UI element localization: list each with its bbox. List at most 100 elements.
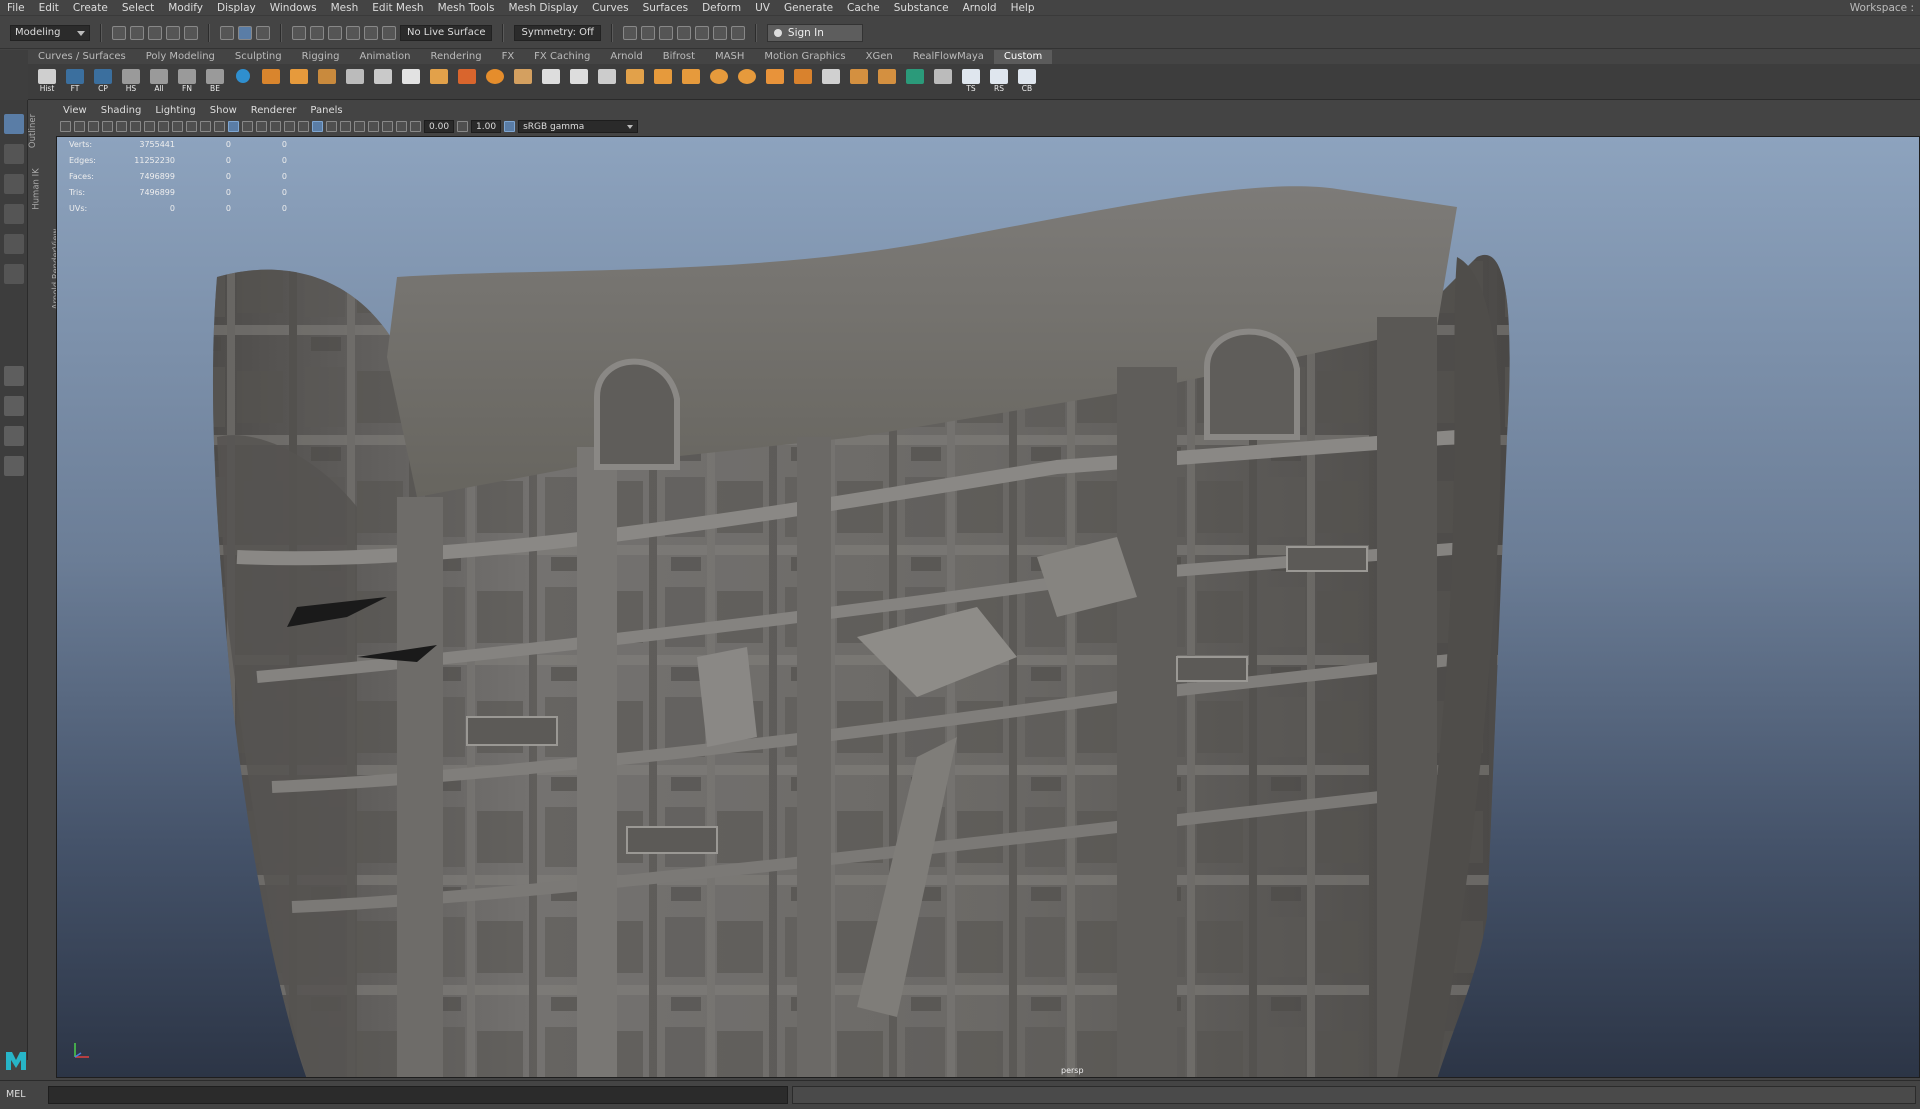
tab-realflowmaya[interactable]: RealFlowMaya [903,50,994,64]
tab-curves-surfaces[interactable]: Curves / Surfaces [28,50,136,64]
tab-rendering[interactable]: Rendering [420,50,491,64]
wireframe-icon[interactable] [214,121,225,132]
tab-fx[interactable]: FX [492,50,525,64]
tab-motion-graphics[interactable]: Motion Graphics [754,50,855,64]
menu-create[interactable]: Create [66,0,115,16]
shelf-disc-button[interactable] [708,68,730,95]
snap-surface-icon[interactable] [382,25,396,40]
safe-action-icon[interactable] [186,121,197,132]
exposure-field[interactable]: 0.00 [424,120,455,133]
menu-deform[interactable]: Deform [695,0,748,16]
menu-uv[interactable]: UV [748,0,777,16]
menu-help[interactable]: Help [1004,0,1042,16]
panel-menu-lighting[interactable]: Lighting [148,104,202,117]
ipr-render-icon[interactable] [658,25,673,40]
outliner-layout-icon[interactable] [4,456,24,476]
shelf-extrude-button[interactable] [316,68,338,95]
select-object-icon[interactable] [238,25,252,40]
shelf-bone-button[interactable] [260,68,282,95]
shelf-scatter-button[interactable] [932,68,954,95]
shelf-dotgrid-button[interactable] [848,68,870,95]
shelf-combine-button[interactable] [400,68,422,95]
shelf-torus-button[interactable] [736,68,758,95]
grid-toggle-icon[interactable] [116,121,127,132]
gate-mask-icon[interactable] [158,121,169,132]
image-plane-icon[interactable] [102,121,113,132]
anti-alias-icon[interactable] [340,121,351,132]
shelf-pivot-button[interactable] [344,68,366,95]
select-hierarchy-icon[interactable] [220,25,234,40]
panel-menu-view[interactable]: View [56,104,94,117]
menu-mesh-tools[interactable]: Mesh Tools [431,0,502,16]
shelf-sphere-button[interactable] [232,68,254,95]
shelf-cb-button[interactable]: CB [1016,68,1038,95]
menu-edit[interactable]: Edit [32,0,66,16]
menu-windows[interactable]: Windows [263,0,324,16]
shelf-cp-button[interactable]: CP [92,68,114,95]
shelf-split-button[interactable] [568,68,590,95]
render-settings-icon[interactable] [676,25,691,40]
shelf-ft-button[interactable]: FT [64,68,86,95]
command-input[interactable] [48,1086,788,1104]
tab-rigging[interactable]: Rigging [292,50,350,64]
shelf-rs-button[interactable]: RS [988,68,1010,95]
shelf-separate-button[interactable] [456,68,478,95]
shelf-bridge-button[interactable] [512,68,534,95]
workspace-selector[interactable]: Workspace : [1850,0,1914,16]
depth-of-field-icon[interactable] [354,121,365,132]
select-component-icon[interactable] [256,25,270,40]
shelf-chart-button[interactable] [876,68,898,95]
isolate-select-icon[interactable] [368,121,379,132]
open-scene-icon[interactable] [130,25,144,40]
color-management-icon[interactable] [504,121,516,132]
tab-poly-modeling[interactable]: Poly Modeling [136,50,225,64]
arnold-render-icon[interactable] [712,25,727,40]
tab-bifrost[interactable]: Bifrost [653,50,705,64]
use-lights-icon[interactable] [270,121,281,132]
undo-icon[interactable] [166,25,180,40]
motion-blur-icon[interactable] [326,121,337,132]
shelf-checker-button[interactable] [820,68,842,95]
tab-arnold[interactable]: Arnold [600,50,652,64]
xray-joints-icon[interactable] [382,121,393,132]
shelf-bevel-button[interactable] [484,68,506,95]
menu-substance[interactable]: Substance [887,0,956,16]
make-live-icon[interactable] [364,25,378,40]
tab-mash[interactable]: MASH [705,50,754,64]
xray-active-icon[interactable] [396,121,407,132]
shelf-uv-button[interactable] [904,68,926,95]
view-transform-dropdown[interactable]: sRGB gamma [518,120,639,133]
safe-title-icon[interactable] [200,121,211,132]
live-surface-field[interactable]: No Live Surface [400,24,493,41]
lasso-tool-icon[interactable] [4,144,24,164]
snap-point-icon[interactable] [328,25,342,40]
ambient-occlusion-icon[interactable] [298,121,309,132]
menu-file[interactable]: File [0,0,32,16]
save-scene-icon[interactable] [148,25,162,40]
menu-mesh-display[interactable]: Mesh Display [501,0,585,16]
tab-custom[interactable]: Custom [993,50,1053,64]
resolution-gate-icon[interactable] [144,121,155,132]
shelf-polycube-button[interactable] [652,68,674,95]
panel-menu-renderer[interactable]: Renderer [244,104,304,117]
menu-surfaces[interactable]: Surfaces [636,0,695,16]
hypershade-icon[interactable] [694,25,709,40]
xray-icon[interactable] [312,121,323,132]
field-chart-icon[interactable] [172,121,183,132]
rotate-tool-icon[interactable] [4,234,24,254]
textured-icon[interactable] [256,121,267,132]
select-tool-icon[interactable] [4,114,24,134]
panel-menu-panels[interactable]: Panels [303,104,349,117]
menu-set-dropdown[interactable]: Modeling [10,24,90,41]
panel-menu-shading[interactable]: Shading [94,104,149,117]
move-tool-icon[interactable] [4,204,24,224]
bookmark-icon[interactable] [88,121,99,132]
menu-curves[interactable]: Curves [585,0,635,16]
shelf-hist-button[interactable]: Hist [36,68,58,95]
shelf-cylinder-button[interactable] [680,68,702,95]
render-view-icon[interactable] [622,25,637,40]
shelf-multicut-button[interactable] [596,68,618,95]
shelf-shell-button[interactable] [764,68,786,95]
tab-xgen[interactable]: XGen [856,50,903,64]
menu-display[interactable]: Display [210,0,263,16]
